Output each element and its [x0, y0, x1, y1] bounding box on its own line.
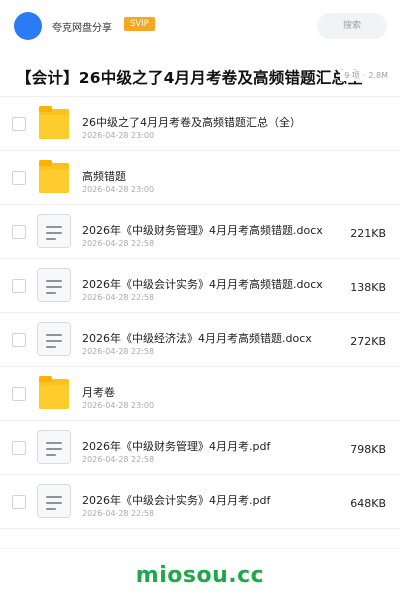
- item-count: 9 项: [344, 71, 360, 80]
- file-name[interactable]: 2026年《中级财务管理》4月月考高频错题.docx: [82, 222, 323, 238]
- file-row[interactable]: 2026年《中级会计实务》4月月考高频错题.docx 2026-04-28 22:…: [0, 258, 400, 312]
- folder-icon: [39, 106, 69, 139]
- select-checkbox[interactable]: [12, 279, 26, 293]
- top-bar: 夸克网盘分享 SVIP 搜索: [0, 0, 400, 52]
- file-row[interactable]: 2026年《中级财务管理》4月月考高频错题.docx 2026-04-28 22:…: [0, 204, 400, 258]
- file-row[interactable]: 高频错题 2026-04-28 23:00: [0, 150, 400, 204]
- document-icon: [37, 430, 71, 464]
- file-size: 798KB: [350, 443, 386, 456]
- list-end-divider: [0, 528, 400, 529]
- folder-header: 【会计】26中级之了4月月考卷及高频错题汇总全 9 项 · 2.8M: [0, 60, 400, 92]
- file-date: 2026-04-28 22:58: [82, 455, 155, 464]
- file-row[interactable]: 2026年《中级财务管理》4月月考.pdf 2026-04-28 22:58 798…: [0, 420, 400, 474]
- file-date: 2026-04-28 23:00: [82, 185, 155, 194]
- file-date: 2026-04-28 22:58: [82, 347, 155, 356]
- select-checkbox[interactable]: [12, 441, 26, 455]
- select-checkbox[interactable]: [12, 333, 26, 347]
- search-button[interactable]: 搜索: [317, 13, 387, 39]
- file-list: 26中级之了4月月考卷及高频错题汇总（全） 2026-04-28 23:00 高频错…: [0, 96, 400, 528]
- file-date: 2026-04-28 22:58: [82, 239, 155, 248]
- file-size: 272KB: [350, 335, 386, 348]
- file-date: 2026-04-28 23:00: [82, 401, 155, 410]
- sharer-name: 夸克网盘分享: [52, 23, 112, 34]
- document-icon: [37, 484, 71, 518]
- file-size: 648KB: [350, 497, 386, 510]
- file-row[interactable]: 月考卷 2026-04-28 23:00: [0, 366, 400, 420]
- select-checkbox[interactable]: [12, 225, 26, 239]
- file-name[interactable]: 2026年《中级会计实务》4月月考高频错题.docx: [82, 276, 323, 292]
- svip-badge: SVIP: [124, 17, 155, 31]
- file-date: 2026-04-28 23:00: [82, 131, 155, 140]
- file-name[interactable]: 2026年《中级会计实务》4月月考.pdf: [82, 492, 270, 508]
- avatar[interactable]: [14, 12, 42, 40]
- file-name[interactable]: 高频错题: [82, 168, 126, 184]
- meta-separator: ·: [362, 71, 366, 80]
- select-checkbox[interactable]: [12, 387, 26, 401]
- select-checkbox[interactable]: [12, 117, 26, 131]
- watermark: miosou.cc: [135, 563, 265, 588]
- total-size: 2.8M: [368, 71, 388, 80]
- file-size: 221KB: [350, 227, 386, 240]
- document-icon: [37, 214, 71, 248]
- select-checkbox[interactable]: [12, 495, 26, 509]
- file-row[interactable]: 26中级之了4月月考卷及高频错题汇总（全） 2026-04-28 23:00: [0, 96, 400, 150]
- file-name[interactable]: 2026年《中级财务管理》4月月考.pdf: [82, 438, 270, 454]
- file-date: 2026-04-28 22:58: [82, 509, 155, 518]
- file-row[interactable]: 2026年《中级经济法》4月月考高频错题.docx 2026-04-28 22:5…: [0, 312, 400, 366]
- file-size: 138KB: [350, 281, 386, 294]
- folder-title: 【会计】26中级之了4月月考卷及高频错题汇总全: [16, 69, 363, 87]
- file-name[interactable]: 2026年《中级经济法》4月月考高频错题.docx: [82, 330, 312, 346]
- document-icon: [37, 322, 71, 356]
- folder-icon: [39, 160, 69, 193]
- folder-icon: [39, 376, 69, 409]
- select-checkbox[interactable]: [12, 171, 26, 185]
- file-row[interactable]: 2026年《中级会计实务》4月月考.pdf 2026-04-28 22:58 648…: [0, 474, 400, 528]
- file-name[interactable]: 月考卷: [82, 384, 115, 400]
- file-date: 2026-04-28 22:58: [82, 293, 155, 302]
- folder-meta: 9 项 · 2.8M: [340, 70, 388, 81]
- file-name[interactable]: 26中级之了4月月考卷及高频错题汇总（全）: [82, 114, 301, 130]
- document-icon: [37, 268, 71, 302]
